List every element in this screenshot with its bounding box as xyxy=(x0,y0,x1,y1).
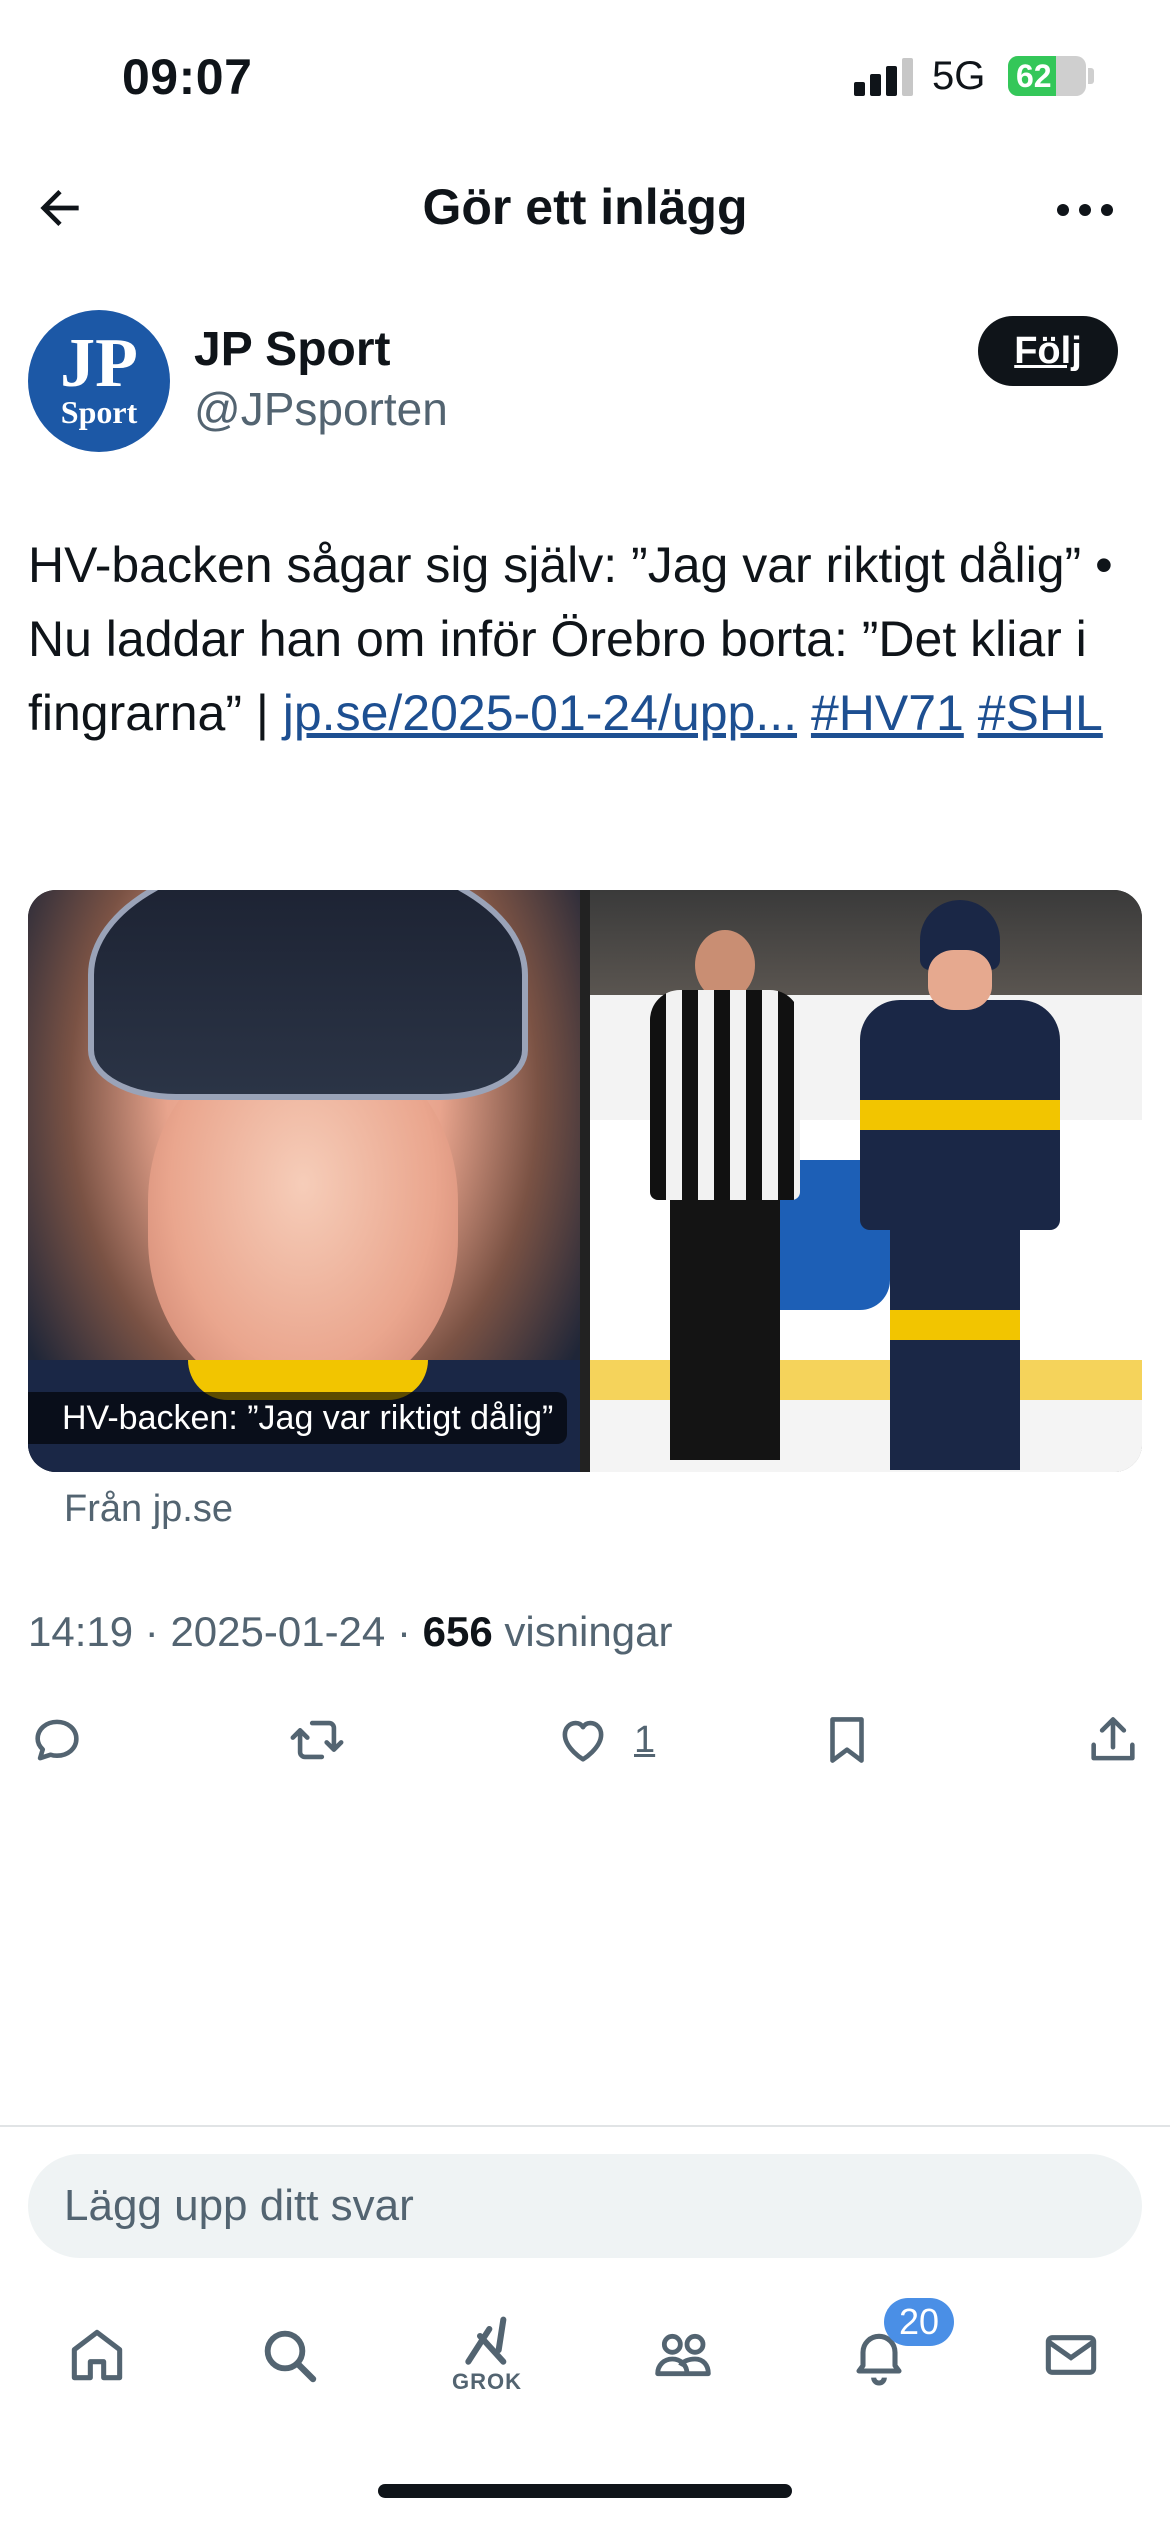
grok-icon xyxy=(465,2316,507,2365)
tweet-date: 2025-01-24 xyxy=(170,1608,386,1655)
battery-tip xyxy=(1088,68,1094,84)
cellular-signal-icon xyxy=(854,58,916,96)
tab-notifications[interactable]: 20 xyxy=(824,2298,954,2410)
search-icon xyxy=(264,2330,317,2383)
battery-icon: 62 xyxy=(1008,56,1086,96)
more-options-button[interactable] xyxy=(1050,180,1120,240)
reply-button[interactable] xyxy=(28,1700,86,1780)
share-icon xyxy=(1091,1717,1135,1761)
status-bar: 09:07 5G 62 xyxy=(0,0,1170,150)
tab-search[interactable] xyxy=(234,2300,344,2410)
retweet-icon xyxy=(290,1720,344,1760)
notifications-badge: 20 xyxy=(884,2298,954,2346)
tab-grok[interactable]: GROK xyxy=(432,2300,542,2410)
link-source[interactable]: Från jp.se xyxy=(64,1488,233,1531)
reply-input[interactable] xyxy=(28,2154,1142,2258)
author-handle[interactable]: @JPsporten xyxy=(194,382,448,436)
bottom-tab-bar: GROK 20 xyxy=(0,2298,1170,2410)
retweet-button[interactable] xyxy=(288,1700,346,1780)
nav-header: Gör ett inlägg xyxy=(0,150,1170,265)
reply-icon xyxy=(35,1719,79,1761)
heart-icon xyxy=(562,1720,604,1762)
bookmark-button[interactable] xyxy=(818,1700,876,1780)
reply-field[interactable] xyxy=(28,2154,1142,2258)
link-card-media[interactable]: HV-backen: ”Jag var riktigt dålig” xyxy=(28,890,1142,1472)
author-name[interactable]: JP Sport xyxy=(194,322,391,377)
tab-communities[interactable] xyxy=(628,2300,738,2410)
player-closeup-image xyxy=(28,890,580,1472)
tab-home[interactable] xyxy=(42,2300,152,2410)
follow-button[interactable]: Följ xyxy=(978,316,1118,386)
more-dots-icon xyxy=(1057,204,1113,216)
network-type: 5G xyxy=(932,54,986,98)
tweet-link[interactable]: jp.se/2025-01-24/upp... xyxy=(283,685,797,741)
grok-label: GROK xyxy=(452,2369,522,2394)
like-count[interactable]: 1 xyxy=(634,1719,655,1762)
avatar-logo-sport: Sport xyxy=(60,394,138,430)
home-icon xyxy=(71,2329,123,2381)
mail-icon xyxy=(1045,2335,1097,2375)
communities-icon xyxy=(655,2333,711,2377)
hashtag-shl[interactable]: #SHL xyxy=(978,685,1103,741)
hashtag-hv71[interactable]: #HV71 xyxy=(811,685,964,741)
like-button[interactable]: 1 xyxy=(554,1700,655,1780)
bookmark-icon xyxy=(830,1717,864,1763)
views-label: visningar xyxy=(492,1608,673,1655)
view-count: 656 xyxy=(422,1608,493,1655)
tab-messages[interactable] xyxy=(1016,2300,1126,2410)
home-indicator[interactable] xyxy=(378,2484,792,2498)
tweet-meta: 14:19 · 2025-01-24 · 656 visningar xyxy=(28,1608,673,1655)
tweet-actions: 1 xyxy=(0,1700,1170,1780)
rink-photo-image xyxy=(590,890,1142,1472)
tweet-time: 14:19 xyxy=(28,1608,134,1655)
divider xyxy=(0,2125,1170,2127)
avatar[interactable]: JP Sport xyxy=(28,310,170,452)
avatar-logo-jp: JP xyxy=(60,325,138,402)
battery-percent: 62 xyxy=(1016,58,1052,94)
page-title: Gör ett inlägg xyxy=(422,179,748,235)
share-button[interactable] xyxy=(1084,1700,1142,1780)
media-caption: HV-backen: ”Jag var riktigt dålig” xyxy=(28,1392,568,1444)
tweet-text: HV-backen sågar sig själv: ”Jag var rikt… xyxy=(28,528,1148,750)
status-time: 09:07 xyxy=(122,49,253,105)
